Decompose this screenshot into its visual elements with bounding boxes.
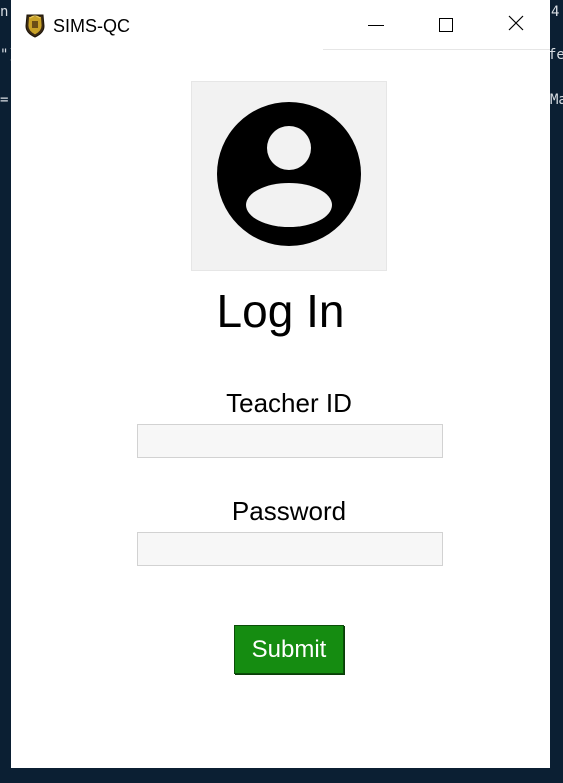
close-button[interactable] xyxy=(481,0,551,50)
avatar-frame xyxy=(191,81,387,271)
title-bar-divider xyxy=(323,49,550,50)
teacher-id-label: Teacher ID xyxy=(226,388,352,418)
window-title: SIMS-QC xyxy=(53,16,131,36)
background-terminal-text: 4 xyxy=(551,4,560,20)
account-circle-icon xyxy=(216,101,362,252)
login-heading: Log In xyxy=(216,285,345,337)
maximize-button[interactable] xyxy=(411,0,481,50)
background-terminal-text: = xyxy=(0,92,9,108)
close-icon xyxy=(508,15,524,36)
submit-button[interactable]: Submit xyxy=(234,625,344,674)
teacher-id-input[interactable] xyxy=(137,424,443,458)
title-bar[interactable]: SIMS-QC xyxy=(11,0,550,50)
password-input[interactable] xyxy=(137,532,443,566)
background-terminal-text: n xyxy=(0,4,9,20)
school-crest-icon xyxy=(23,12,47,38)
login-window: SIMS-QC Log In Teacher ID Password Submi… xyxy=(11,0,550,768)
minimize-button[interactable] xyxy=(341,0,411,50)
minimize-icon xyxy=(368,24,384,26)
password-label: Password xyxy=(231,496,347,526)
background-terminal-text: Ma xyxy=(550,92,563,108)
maximize-icon xyxy=(439,18,453,32)
